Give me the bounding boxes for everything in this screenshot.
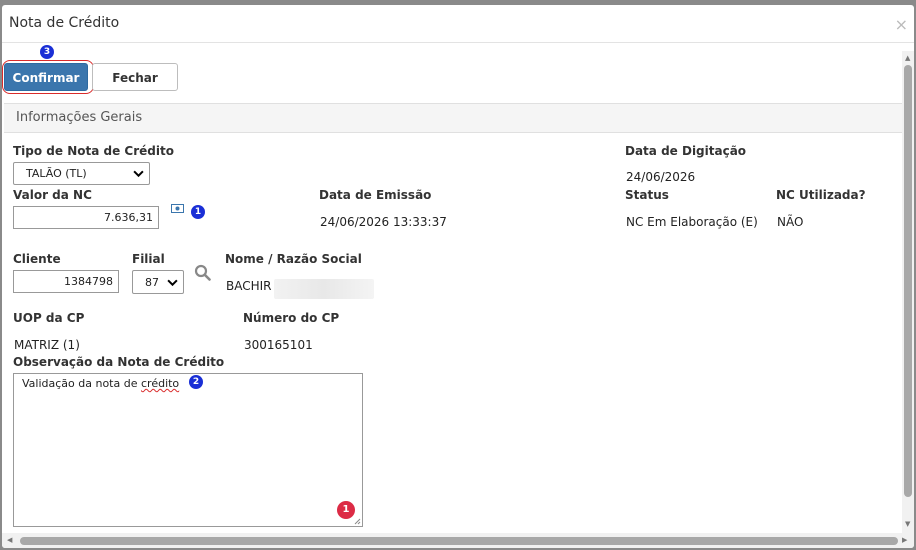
status-value: NC Em Elaboração (E) xyxy=(626,215,758,229)
chevron-down-icon xyxy=(167,279,178,287)
observacao-text: Validação da nota de crédito xyxy=(22,377,179,390)
observacao-label: Observação da Nota de Crédito xyxy=(13,355,225,369)
scroll-up-icon[interactable]: ▲ xyxy=(905,55,910,62)
nc-utilizada-value: NÃO xyxy=(777,215,804,229)
annotation-badge-2: 2 xyxy=(189,375,203,389)
vertical-scrollbar[interactable]: ▲ ▼ xyxy=(902,51,914,533)
numero-cp-label: Número do CP xyxy=(243,311,340,325)
nome-razao-value: BACHIR xyxy=(226,279,272,293)
calculator-icon[interactable] xyxy=(171,204,184,213)
filial-value: 87 xyxy=(145,276,159,289)
resize-handle-icon[interactable] xyxy=(354,518,361,525)
uop-label: UOP da CP xyxy=(13,311,85,325)
numero-cp-value: 300165101 xyxy=(244,338,313,352)
spellcheck-word: crédito xyxy=(140,377,180,390)
section-title: Informações Gerais xyxy=(16,110,143,125)
scroll-down-icon[interactable]: ▼ xyxy=(905,521,910,528)
scroll-left-icon[interactable]: ◀ xyxy=(7,537,12,544)
nome-razao-label: Nome / Razão Social xyxy=(225,252,362,266)
valor-nc-input[interactable]: 7.636,31 xyxy=(13,206,159,229)
cliente-label: Cliente xyxy=(13,252,61,266)
data-digitacao-label: Data de Digitação xyxy=(625,144,747,158)
tipo-nota-label: Tipo de Nota de Crédito xyxy=(13,144,174,158)
valor-nc-label: Valor da NC xyxy=(13,188,92,202)
vertical-scroll-thumb[interactable] xyxy=(904,65,912,497)
modal-header: Nota de Crédito × xyxy=(2,5,914,43)
observacao-textarea[interactable]: Validação da nota de crédito 2 1 xyxy=(13,373,363,527)
observacao-text-prefix: Validação da nota de xyxy=(22,377,141,390)
redacted-name-area xyxy=(274,279,374,299)
horizontal-scrollbar[interactable]: ◀ ▶ xyxy=(2,533,914,548)
annotation-badge-red-1: 1 xyxy=(337,501,355,519)
close-button[interactable]: Fechar xyxy=(92,63,178,91)
modal-body: 3 Confirmar Fechar Informações Gerais Ti… xyxy=(2,43,902,533)
nc-utilizada-label: NC Utilizada? xyxy=(776,188,866,202)
status-label: Status xyxy=(625,188,669,202)
credit-note-modal: Nota de Crédito × 3 Confirmar Fechar Inf… xyxy=(2,5,914,548)
filial-label: Filial xyxy=(132,252,165,266)
close-icon[interactable]: × xyxy=(895,17,908,33)
search-icon[interactable] xyxy=(194,264,211,281)
data-digitacao-value: 24/06/2026 xyxy=(626,170,696,184)
section-header: Informações Gerais xyxy=(4,103,902,133)
tipo-nota-select[interactable]: TALÃO (TL) xyxy=(13,162,150,185)
tipo-nota-value: TALÃO (TL) xyxy=(26,167,87,180)
annotation-badge-3: 3 xyxy=(40,45,54,59)
annotation-badge-1: 1 xyxy=(191,205,205,219)
data-emissao-label: Data de Emissão xyxy=(319,188,432,202)
cliente-input[interactable]: 1384798 xyxy=(13,270,119,293)
data-emissao-value: 24/06/2026 13:33:37 xyxy=(320,215,447,229)
horizontal-scroll-thumb[interactable] xyxy=(20,537,898,545)
chevron-down-icon xyxy=(133,170,144,178)
scroll-right-icon[interactable]: ▶ xyxy=(902,537,907,544)
modal-title: Nota de Crédito xyxy=(9,15,120,31)
uop-value: MATRIZ (1) xyxy=(14,338,80,352)
confirm-button[interactable]: Confirmar xyxy=(4,63,88,91)
filial-select[interactable]: 87 xyxy=(132,270,184,294)
